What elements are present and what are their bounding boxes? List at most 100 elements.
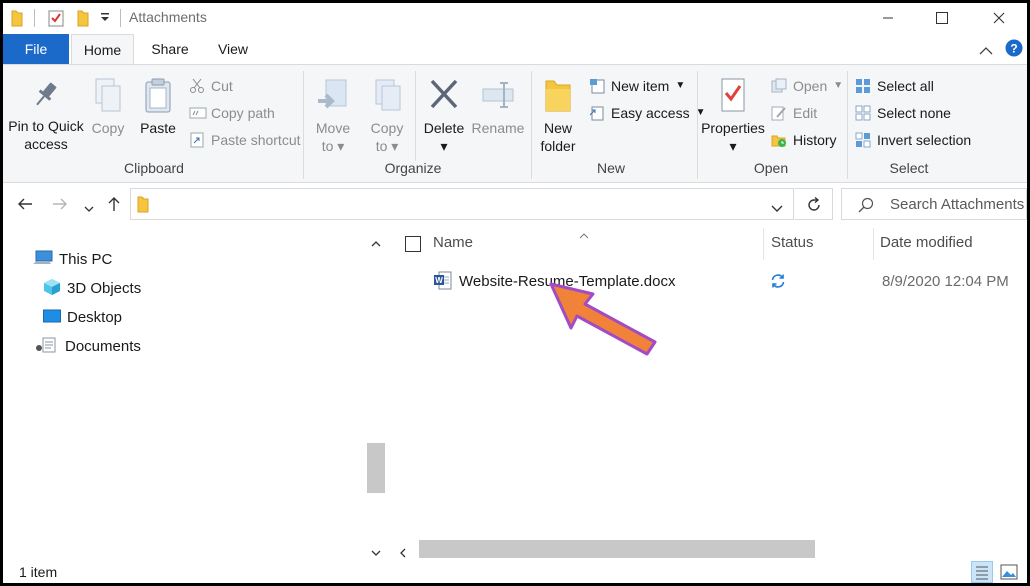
column-divider[interactable] [873,228,874,260]
new-folder-button[interactable]: New folder [535,77,581,155]
new-item-button[interactable]: New item ▼ [589,75,685,97]
edit-button[interactable]: Edit [771,102,817,124]
scroll-down-arrow-icon[interactable] [371,544,381,560]
address-bar[interactable] [130,188,794,220]
select-all-checkbox[interactable] [405,236,421,252]
sort-ascending-icon [579,226,589,242]
this-pc-icon [33,250,53,270]
new-item-icon [589,78,605,94]
back-arrow-icon[interactable] [17,197,33,214]
collapse-ribbon-icon[interactable] [979,43,993,59]
sync-icon [770,273,786,292]
close-button[interactable] [976,3,1022,33]
copy-path-icon [189,105,207,121]
properties-button[interactable]: Properties ▾ [701,77,765,155]
easy-access-button[interactable]: Easy access ▼ [589,102,706,124]
column-header-date-modified[interactable]: Date modified [880,234,973,251]
address-folder-icon [137,196,149,216]
new-item-dropdown-arrow: ▼ [675,80,686,91]
properties-dropdown-arrow: ▾ [729,138,737,154]
invert-selection-icon [855,132,871,148]
file-explorer-window: Attachments File Home Share View ? Pin t… [3,3,1027,583]
large-icons-view-button[interactable] [999,562,1019,583]
properties-qat-icon[interactable] [48,10,64,30]
select-all-button[interactable]: Select all [855,75,934,97]
column-header-status[interactable]: Status [771,234,814,251]
tab-share[interactable]: Share [141,34,199,64]
scroll-up-arrow-icon[interactable] [371,234,381,250]
new-folder-qat-icon[interactable] [77,10,89,30]
nav-item-this-pc[interactable]: This PC [33,245,112,274]
open-dropdown-arrow: ▼ [833,80,844,91]
select-none-label: Select none [877,105,951,121]
status-bar: 1 item [3,561,1027,583]
documents-icon [35,337,59,357]
nav-pane-scroll-thumb[interactable] [367,443,385,493]
scroll-left-arrow-icon[interactable] [399,545,406,561]
nav-item-documents[interactable]: Documents [35,332,141,361]
column-divider[interactable] [763,228,764,260]
copy-path-button[interactable]: Copy path [189,102,275,124]
horizontal-scrollbar[interactable] [393,540,1027,558]
history-button[interactable]: History [771,129,837,151]
word-doc-icon: W [434,271,452,294]
group-separator [697,71,698,179]
paste-button[interactable]: Paste [137,77,179,137]
open-button[interactable]: Open ▼ [771,75,843,97]
edit-icon [771,105,787,121]
copy-to-label-line1: Copy [370,120,404,136]
nav-item-desktop[interactable]: Desktop [43,303,122,332]
item-count: 1 item [19,564,58,580]
refresh-button[interactable] [795,188,833,220]
search-icon [858,197,874,216]
rename-button[interactable]: Rename [471,77,525,137]
copy-button[interactable]: Copy [87,77,129,137]
copy-to-button[interactable]: Copy to ▾ [363,77,411,155]
nav-pane-scrollbar[interactable] [367,224,385,561]
details-view-icon [976,566,988,580]
help-icon[interactable]: ? [1005,39,1023,60]
tab-file[interactable]: File [3,34,69,64]
move-to-icon [318,79,347,109]
copy-to-label-line2: to ▾ [375,138,399,154]
paste-shortcut-button[interactable]: Paste shortcut [189,129,301,151]
group-separator [531,71,532,179]
delete-x-icon [430,79,458,109]
move-to-button[interactable]: Move to ▾ [309,77,357,155]
move-to-label-line1: Move [315,120,351,136]
customize-qat-dropdown-icon[interactable] [100,11,110,26]
tab-home[interactable]: Home [71,34,134,65]
select-none-icon [855,105,871,121]
large-icons-view-icon [1000,564,1018,580]
pin-icon [36,82,57,106]
minimize-button[interactable] [865,3,911,33]
recent-locations-chevron-icon[interactable] [84,200,94,216]
ribbon: Pin to Quick access Copy Paste Cut Copy … [3,64,1027,183]
nav-item-3d-objects[interactable]: 3D Objects [43,274,141,303]
cut-button[interactable]: Cut [189,75,233,97]
up-arrow-icon[interactable] [107,196,121,215]
select-none-button[interactable]: Select none [855,102,951,124]
search-box[interactable]: Search Attachments [841,188,1027,220]
desktop-label: Desktop [67,309,123,326]
horizontal-scroll-thumb[interactable] [419,540,815,558]
details-view-button[interactable] [971,561,993,583]
tab-view[interactable]: View [205,34,261,64]
new-folder-label-line2: folder [540,138,576,154]
paste-shortcut-label: Paste shortcut [211,132,301,148]
desktop-icon [43,309,61,327]
edit-label: Edit [793,105,818,121]
pin-to-quick-access-button[interactable]: Pin to Quick access [7,79,85,153]
delete-dropdown-arrow: ▾ [440,138,448,154]
column-header-name[interactable]: Name [433,234,473,251]
3d-objects-label: 3D Objects [67,280,142,297]
address-dropdown-chevron-icon[interactable] [771,200,783,216]
table-row[interactable]: W Website-Resume-Template.docx 8/9/2020 … [427,268,1023,294]
paste-icon [145,78,171,113]
delete-button[interactable]: Delete ▾ [421,77,467,155]
move-to-label-line2: to ▾ [321,138,345,154]
open-icon [771,78,787,94]
maximize-button[interactable] [919,3,965,33]
invert-selection-button[interactable]: Invert selection [855,129,971,151]
forward-arrow-icon[interactable] [52,197,68,214]
